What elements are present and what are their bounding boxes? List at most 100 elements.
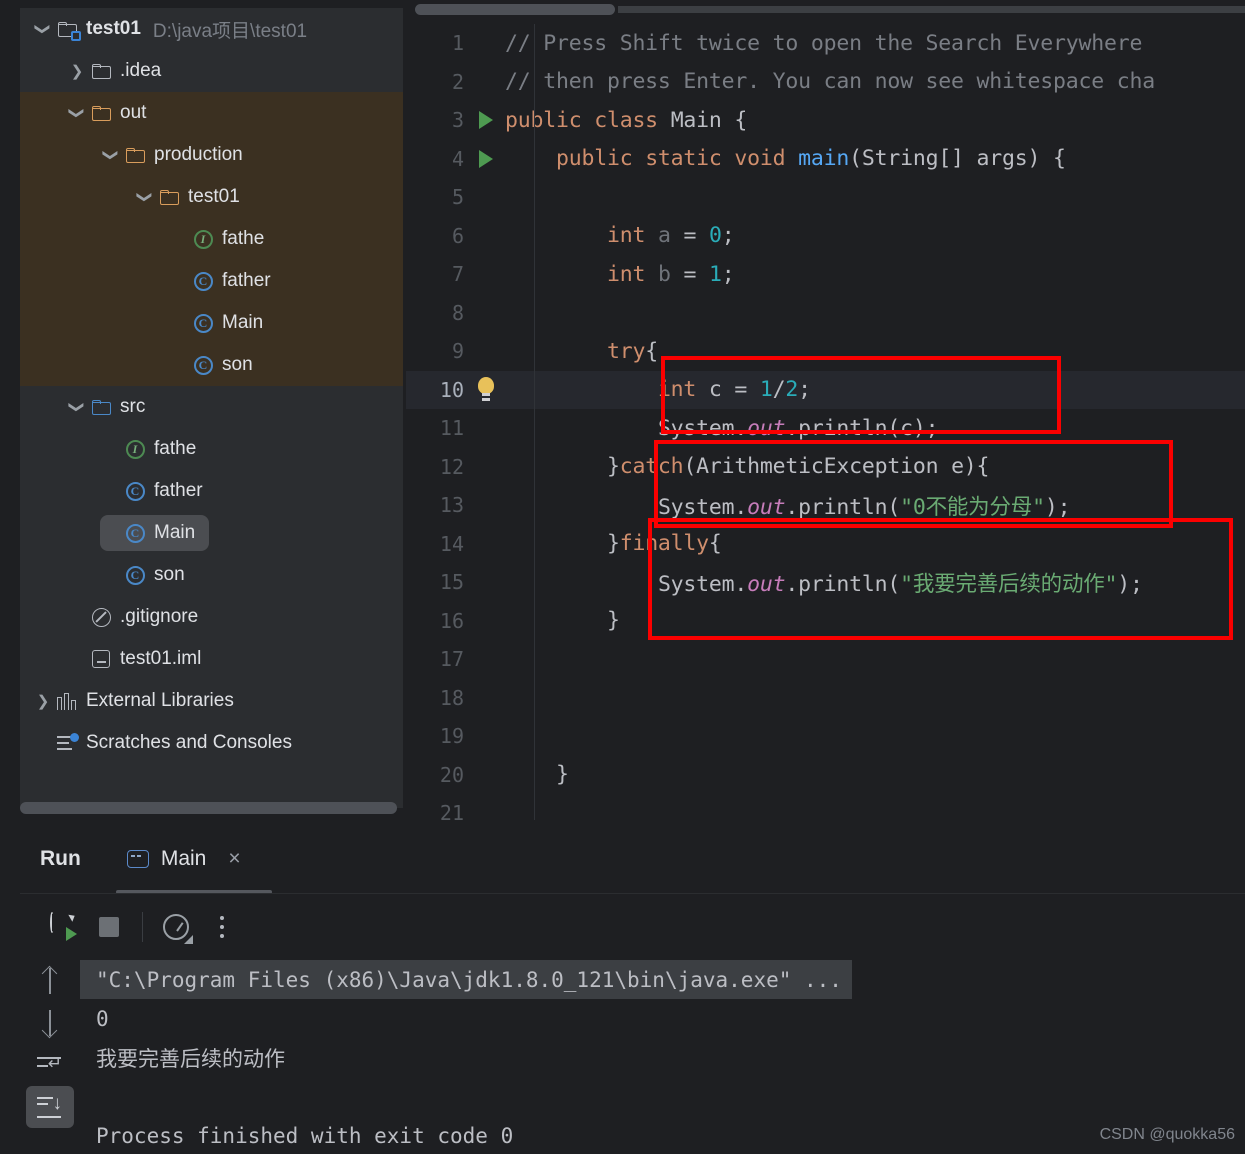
code-text[interactable]: public class Main { [500, 108, 747, 133]
console-output[interactable]: "C:\Program Files (x86)\Java\jdk1.8.0_12… [80, 960, 1245, 1148]
run-gutter-icon[interactable] [479, 111, 493, 130]
editor-line[interactable]: 7 int b = 1; [406, 255, 1245, 294]
code-token: b [657, 261, 684, 287]
tree-item-test01-root[interactable]: ❯ test01 D:\java项目\test01 [20, 8, 403, 50]
code-text[interactable]: }catch(ArithmeticException e){ [500, 454, 990, 479]
editor-line[interactable]: 6 int a = 0; [406, 216, 1245, 255]
code-text[interactable]: // Press Shift twice to open the Search … [500, 31, 1142, 56]
tree-item-scratches[interactable]: Scratches and Consoles [20, 722, 403, 764]
tree-row-hit[interactable]: Cson [168, 347, 267, 383]
editor-line[interactable]: 10 int c = 1/2; [406, 370, 1245, 409]
close-icon[interactable]: × [228, 847, 240, 871]
code-text[interactable]: System.out.println("我要完善后续的动作"); [500, 567, 1143, 598]
editor-scroll-track[interactable] [618, 6, 1245, 13]
tree-row-hit[interactable]: Ifathe [168, 221, 278, 257]
editor-horizontal-scrollbar[interactable] [415, 4, 615, 15]
tree-item-idea[interactable]: ❯ .idea [20, 50, 403, 92]
editor-lines[interactable]: 1 // Press Shift twice to open the Search… [406, 24, 1245, 820]
tree-row-hit[interactable]: ❯ test01 D:\java项目\test01 [32, 11, 321, 47]
editor-line[interactable]: 13 System.out.println("0不能为分母"); [406, 486, 1245, 525]
tree-item-production[interactable]: ❯ production [20, 134, 403, 176]
editor-line[interactable]: 3 public class Main { [406, 101, 1245, 140]
soft-wrap-button[interactable] [26, 1044, 74, 1086]
tree-row-hit[interactable]: Ifathe [100, 431, 210, 467]
gutter-marker[interactable] [472, 111, 500, 130]
gutter-marker[interactable] [472, 149, 500, 168]
tree-item-out-main[interactable]: C Main [20, 302, 403, 344]
code-text[interactable]: try{ [500, 339, 658, 364]
gutter-marker[interactable] [472, 376, 500, 403]
tree-item-out-son[interactable]: Cson [20, 344, 403, 386]
code-text[interactable]: } [500, 608, 620, 633]
tree-row-hit[interactable]: ❯ production [100, 137, 257, 173]
editor-line[interactable]: 15 System.out.println("我要完善后续的动作"); [406, 563, 1245, 602]
tree-item-out-father[interactable]: Cfather [20, 260, 403, 302]
tree-row-hit[interactable]: Cson [100, 557, 199, 593]
rerun-button[interactable] [40, 904, 86, 950]
editor-line[interactable]: 18 [406, 678, 1245, 717]
code-text[interactable]: int c = 1/2; [500, 377, 811, 402]
code-text[interactable]: int b = 1; [500, 261, 735, 287]
editor-line[interactable]: 20 } [406, 755, 1245, 794]
tree-item-out-test01[interactable]: ❯ test01 [20, 176, 403, 218]
more-options-button[interactable] [199, 904, 245, 950]
editor-line[interactable]: 1 // Press Shift twice to open the Search… [406, 24, 1245, 63]
code-text[interactable]: System.out.println("0不能为分母"); [500, 490, 1071, 521]
project-tree[interactable]: ❯ test01 D:\java项目\test01 ❯ .idea ❯ out ❯ produc… [20, 8, 403, 764]
code-token: .println( [785, 571, 901, 597]
tree-row-hit[interactable]: ❯ External Libraries [32, 683, 248, 719]
code-text[interactable]: // then press Enter. You can now see whi… [500, 69, 1155, 94]
tree-row-hit[interactable]: ❯ .idea [66, 53, 175, 89]
tree-item-src[interactable]: ❯ src [20, 386, 403, 428]
tree-item-src-main[interactable]: C Main [20, 512, 403, 554]
lightbulb-icon[interactable] [476, 376, 496, 403]
code-token: ; [721, 223, 735, 249]
chevron-right-icon[interactable]: ❯ [32, 680, 54, 722]
project-tool-window[interactable]: ❯ test01 D:\java项目\test01 ❯ .idea ❯ out ❯ produc… [20, 8, 403, 808]
run-gutter-icon[interactable] [479, 149, 493, 168]
chevron-right-icon[interactable]: ❯ [66, 50, 88, 92]
stop-button[interactable] [86, 904, 132, 950]
tree-row-hit[interactable]: .gitignore [66, 599, 212, 635]
tree-row-hit[interactable]: Cfather [100, 473, 217, 509]
scroll-up-button[interactable] [26, 960, 74, 1002]
tree-item-gitignore[interactable]: .gitignore [20, 596, 403, 638]
tree-row-hit[interactable]: C Main [168, 305, 277, 341]
run-tab-main[interactable]: Main × [126, 824, 241, 894]
tree-row-hit[interactable]: C Main [100, 515, 210, 551]
editor-line[interactable]: 17 [406, 640, 1245, 679]
editor-line[interactable]: 4 public static void main(String[] args)… [406, 139, 1245, 178]
editor-line[interactable]: 9 try{ [406, 332, 1245, 371]
tree-item-src-son[interactable]: Cson [20, 554, 403, 596]
editor-line[interactable]: 14 }finally{ [406, 524, 1245, 563]
scroll-down-button[interactable] [26, 1002, 74, 1044]
code-editor[interactable]: 1 // Press Shift twice to open the Search… [406, 8, 1245, 820]
editor-line[interactable]: 12 }catch(ArithmeticException e){ [406, 447, 1245, 486]
editor-line[interactable]: 16 } [406, 601, 1245, 640]
profiler-button[interactable] [153, 904, 199, 950]
editor-line[interactable]: 8 [406, 293, 1245, 332]
tree-item-out-fathe[interactable]: Ifathe [20, 218, 403, 260]
tree-item-external-libraries[interactable]: ❯ External Libraries [20, 680, 403, 722]
project-tree-horizontal-scrollbar[interactable] [20, 802, 397, 814]
editor-line[interactable]: 5 [406, 178, 1245, 217]
tree-item-out[interactable]: ❯ out [20, 92, 403, 134]
tree-row-hit[interactable]: ❯ src [66, 389, 159, 425]
tree-row-hit[interactable]: ❯ out [66, 95, 160, 131]
tree-item-src-fathe[interactable]: Ifathe [20, 428, 403, 470]
tree-row-hit[interactable]: test01.iml [66, 641, 215, 677]
editor-line[interactable]: 2 // then press Enter. You can now see wh… [406, 62, 1245, 101]
tree-row-hit[interactable]: Scratches and Consoles [32, 725, 306, 761]
scroll-to-end-button[interactable] [26, 1086, 74, 1128]
editor-line[interactable]: 19 [406, 717, 1245, 756]
editor-line[interactable]: 21 [406, 794, 1245, 820]
code-text[interactable]: public static void main(String[] args) { [500, 146, 1066, 171]
tree-row-hit[interactable]: ❯ test01 [134, 179, 254, 215]
editor-line[interactable]: 11 System.out.println(c); [406, 409, 1245, 448]
code-text[interactable]: System.out.println(c); [500, 416, 939, 441]
tree-item-iml[interactable]: test01.iml [20, 638, 403, 680]
tree-item-src-father[interactable]: Cfather [20, 470, 403, 512]
code-text[interactable]: int a = 0; [500, 223, 735, 249]
tree-row-hit[interactable]: Cfather [168, 263, 285, 299]
